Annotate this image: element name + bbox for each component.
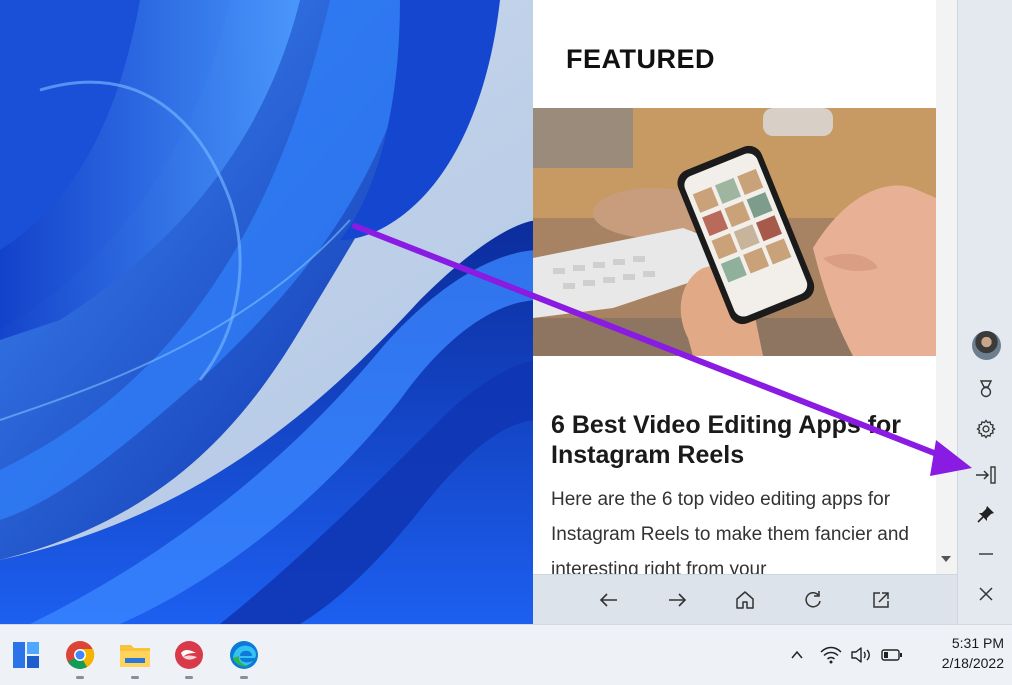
- minimize-icon: [979, 553, 993, 555]
- scroll-down-arrow-icon[interactable]: [941, 556, 951, 562]
- running-indicator: [76, 676, 84, 679]
- rewards-button[interactable]: [971, 374, 1001, 404]
- pin-icon: [977, 506, 994, 523]
- volume-icon: [851, 647, 870, 663]
- featured-article-image[interactable]: [533, 108, 936, 356]
- widgets-icon: [13, 642, 39, 668]
- vertical-scrollbar[interactable]: [936, 0, 957, 574]
- taskbar-app-swiftkey[interactable]: [171, 637, 207, 679]
- windows-taskbar: 5:31 PM 2/18/2022: [0, 624, 1012, 685]
- forward-arrow-icon: [669, 593, 687, 607]
- running-indicator: [240, 676, 248, 679]
- file-explorer-icon: [120, 645, 150, 667]
- edge-icon: [230, 641, 258, 669]
- taskbar-app-edge[interactable]: [226, 637, 262, 679]
- volume-control[interactable]: [849, 643, 873, 667]
- running-indicator: [185, 676, 193, 679]
- back-button[interactable]: [575, 580, 643, 620]
- article-content[interactable]: FEATURED 6 Best Video Editing Apps for I…: [533, 0, 936, 574]
- article-excerpt: Here are the 6 top video editing apps fo…: [551, 489, 910, 574]
- chevron-up-icon: [791, 650, 803, 659]
- wifi-icon: [820, 646, 842, 664]
- open-in-browser-button[interactable]: [847, 580, 915, 620]
- open-in-new-icon: [873, 592, 889, 608]
- close-icon: [979, 587, 993, 601]
- settings-button[interactable]: [971, 414, 1001, 444]
- running-indicator: [131, 676, 139, 679]
- chrome-icon: [66, 641, 95, 669]
- pin-button[interactable]: [971, 499, 1001, 529]
- network-status[interactable]: [819, 643, 843, 667]
- rewards-icon: [979, 380, 993, 398]
- home-icon: [736, 591, 754, 609]
- avatar[interactable]: [972, 331, 1001, 360]
- featured-heading: FEATURED: [566, 44, 715, 74]
- clock-time: 5:31 PM: [951, 635, 1004, 651]
- show-hidden-icons-button[interactable]: [785, 643, 809, 667]
- system-clock[interactable]: 5:31 PM 2/18/2022: [912, 633, 1004, 673]
- pin-to-side-button[interactable]: [971, 460, 1001, 490]
- back-arrow-icon: [599, 593, 617, 607]
- widgets-button[interactable]: [8, 637, 44, 673]
- pin-to-side-icon: [976, 466, 996, 484]
- settings-icon: [976, 419, 996, 439]
- article-title[interactable]: 6 Best Video Editing Apps for Instagram …: [551, 410, 931, 470]
- sidebar-web-panel: FEATURED 6 Best Video Editing Apps for I…: [533, 0, 957, 625]
- battery-icon: [881, 649, 902, 661]
- refresh-button[interactable]: [779, 580, 847, 620]
- swiftkey-icon: [175, 641, 203, 669]
- home-button[interactable]: [711, 580, 779, 620]
- taskbar-app-chrome[interactable]: [62, 637, 98, 679]
- battery-status[interactable]: [880, 643, 904, 667]
- sidebar-toolbar: [957, 0, 1012, 624]
- close-button[interactable]: [971, 579, 1001, 609]
- minimize-button[interactable]: [971, 539, 1001, 569]
- panel-navigation-bar: [533, 574, 957, 625]
- forward-button[interactable]: [643, 580, 711, 620]
- clock-date: 2/18/2022: [941, 655, 1004, 671]
- taskbar-app-file-explorer[interactable]: [117, 637, 153, 679]
- refresh-icon: [805, 591, 821, 608]
